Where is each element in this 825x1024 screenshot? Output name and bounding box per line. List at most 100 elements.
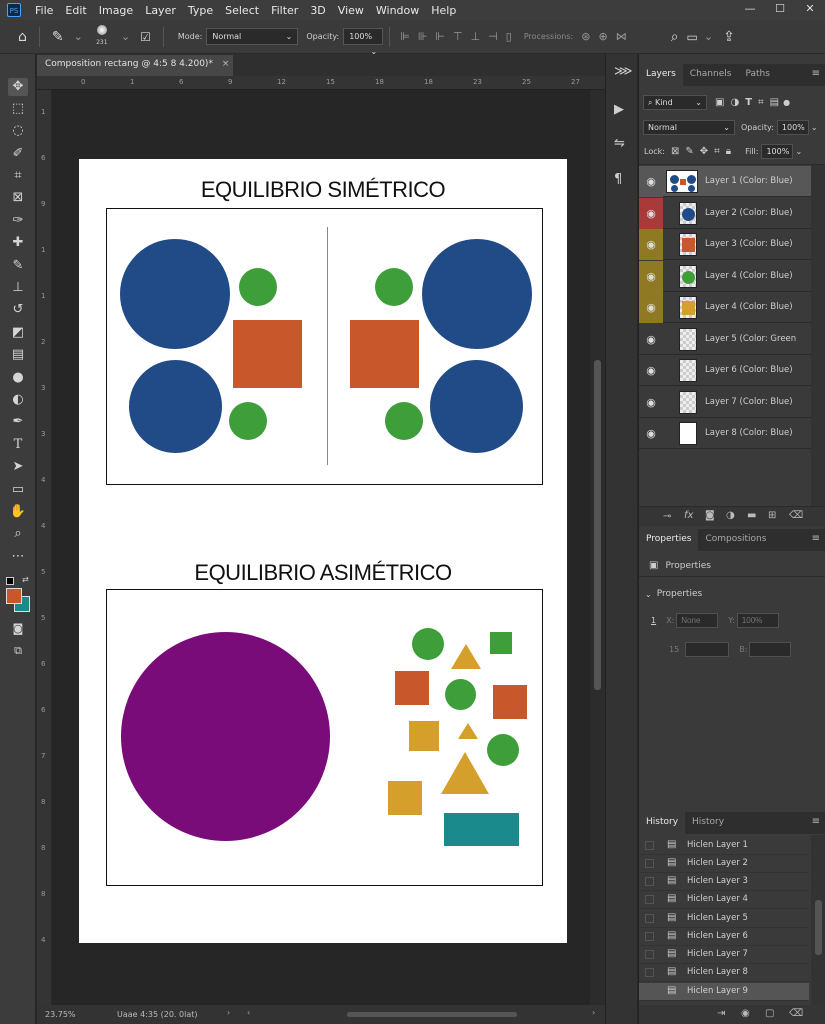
x-field[interactable] <box>676 612 719 628</box>
layer-opacity-field[interactable]: 100% <box>776 119 809 135</box>
w-field[interactable] <box>685 641 730 657</box>
blend-mode-select[interactable]: Normal ⌄ <box>643 119 735 135</box>
crop-tool-icon[interactable]: ⌗ <box>8 167 28 185</box>
new-document-icon[interactable]: ▢ <box>765 1008 774 1019</box>
chevron-down-icon[interactable]: ⌄ <box>811 123 818 132</box>
history-item[interactable]: ▤ Hiclen Layer 7 <box>639 946 809 964</box>
pen-tool-icon[interactable]: ✒ <box>8 413 28 431</box>
filter-shape-icon[interactable]: ⌗ <box>758 97 764 108</box>
snapshot-from-state-icon[interactable]: ⇥ <box>717 1008 725 1019</box>
gradient-tool-icon[interactable]: ▤ <box>8 346 28 364</box>
lasso-tool-icon[interactable]: ◌ <box>8 122 28 140</box>
lock-all-icon[interactable]: 🔒︎ <box>726 146 731 157</box>
eyedropper-tool-icon[interactable]: ✑ <box>8 212 28 230</box>
align-left-icon[interactable]: ⊫ <box>400 30 410 43</box>
menu-file[interactable]: File <box>29 4 59 17</box>
layer-row[interactable]: ◉ Layer 6 (Color: Blue) <box>639 355 811 386</box>
kind-filter-select[interactable]: ⌕ Kind ⌄ <box>643 94 707 110</box>
path-select-icon[interactable]: ➤ <box>8 458 28 476</box>
zoom-level[interactable]: 23.75% <box>45 1010 76 1019</box>
close-tab-icon[interactable]: × <box>222 59 230 69</box>
filter-adjustment-icon[interactable]: ◑ <box>730 97 739 108</box>
align-right-icon[interactable]: ⊩ <box>435 30 445 43</box>
paragraph-icon[interactable]: ¶ <box>614 172 622 187</box>
history-checkbox[interactable] <box>645 859 654 868</box>
chevron-down-icon[interactable]: ⌄ <box>645 590 652 599</box>
marquee-tool-icon[interactable]: ⬚ <box>8 100 28 118</box>
history-item[interactable]: ▤ Hiclen Layer 5 <box>639 910 809 928</box>
brush-settings-icon[interactable]: ☑ <box>140 30 151 44</box>
artboard[interactable]: EQUILIBRIO SIMÉTRICO EQUILIBRIO ASIMÉTRI… <box>79 159 567 943</box>
history-checkbox[interactable] <box>645 950 654 959</box>
filter-pixel-icon[interactable]: ▣ <box>715 97 724 108</box>
menu-help[interactable]: Help <box>425 4 462 17</box>
menu-window[interactable]: Window <box>370 4 425 17</box>
brush-tool-icon[interactable]: ✎ <box>8 257 28 275</box>
fill-field[interactable]: 100% <box>761 143 794 159</box>
history-item-current[interactable]: ▤ Hiclen Layer 9 <box>639 983 809 1001</box>
more-tools-icon[interactable]: ⋯ <box>8 548 28 566</box>
minimize-button[interactable]: — <box>735 0 765 20</box>
panel-menu-icon[interactable]: ≡ <box>806 529 825 551</box>
history-item[interactable]: ▤ Hiclen Layer 4 <box>639 891 809 909</box>
filter-type-icon[interactable]: T <box>745 97 752 108</box>
screen-mode-icon[interactable]: ⧉ <box>8 642 28 660</box>
menu-edit[interactable]: Edit <box>59 4 92 17</box>
type-tool-icon[interactable]: T <box>8 436 28 454</box>
chevron-right-icon[interactable]: › <box>227 1008 230 1017</box>
visibility-eye-icon[interactable]: ◉ <box>639 355 663 386</box>
history-checkbox[interactable] <box>645 968 654 977</box>
healing-brush-icon[interactable]: ✚ <box>8 234 28 252</box>
share-export-icon[interactable]: ⇪ <box>723 29 735 45</box>
home-icon[interactable]: ⌂ <box>18 29 27 45</box>
y-field[interactable] <box>736 612 779 628</box>
opacity-select[interactable]: 100% ⌄ <box>343 28 384 56</box>
chevron-down-icon[interactable]: ⌄ <box>74 30 83 43</box>
history-checkbox[interactable] <box>645 841 654 850</box>
zoom-tool-icon[interactable]: ⌕ <box>8 525 28 543</box>
align-bottom-icon[interactable]: ⊣ <box>488 30 498 43</box>
mode-select[interactable]: Normal ⌄ <box>206 28 299 45</box>
chevron-down-icon[interactable]: ⌄ <box>704 30 713 43</box>
history-scroll-thumb[interactable] <box>815 900 822 955</box>
lock-paint-icon[interactable]: ✎ <box>685 146 693 157</box>
layer-row[interactable]: ◉ Layer 2 (Color: Blue) <box>639 198 811 229</box>
history-checkbox[interactable] <box>645 895 654 904</box>
new-layer-icon[interactable]: ⊞ <box>768 510 776 521</box>
b-field[interactable] <box>749 641 792 657</box>
default-colors-icon[interactable] <box>6 577 14 585</box>
menu-select[interactable]: Select <box>219 4 265 17</box>
lock-pixels-icon[interactable]: ⊠ <box>671 146 679 157</box>
scroll-right-icon[interactable]: › <box>592 1008 595 1017</box>
adjustment-layer-icon[interactable]: ◑ <box>726 510 735 521</box>
history-item[interactable]: ▤ Hiclen Layer 2 <box>639 855 809 873</box>
layer-row[interactable]: ◉ Layer 7 (Color: Blue) <box>639 387 811 418</box>
distribute-icon[interactable]: ▯ <box>506 30 512 43</box>
hand-tool-icon[interactable]: ✋ <box>8 503 28 521</box>
history-checkbox[interactable] <box>645 877 654 886</box>
foreground-color-swatch[interactable] <box>6 588 22 604</box>
history-checkbox[interactable] <box>645 932 654 941</box>
tab-channels[interactable]: Channels <box>683 64 739 86</box>
align-middle-icon[interactable]: ⊥ <box>471 30 481 43</box>
tab-properties[interactable]: Properties <box>639 529 699 551</box>
layer-row[interactable]: ◉ Layer 4 (Color: Blue) <box>639 292 811 323</box>
scroll-left-icon[interactable]: ‹ <box>247 1008 250 1017</box>
eraser-tool-icon[interactable]: ◩ <box>8 324 28 342</box>
link-dimensions-icon[interactable]: 1 <box>651 616 656 625</box>
filter-smart-icon[interactable]: ▤ <box>770 97 779 108</box>
visibility-eye-icon[interactable]: ◉ <box>639 166 663 197</box>
crosshair-icon[interactable]: ⊕ <box>598 30 607 43</box>
horizontal-scrollbar-thumb[interactable] <box>347 1012 517 1017</box>
tab-history-secondary[interactable]: History <box>685 812 731 834</box>
move-tool-icon[interactable]: ✥ <box>8 78 28 96</box>
play-actions-icon[interactable]: ▶ <box>614 102 624 117</box>
stamp-tool-icon[interactable]: ⊥ <box>8 279 28 297</box>
visibility-eye-icon[interactable]: ◉ <box>639 229 663 260</box>
brush-preset-picker[interactable]: 231 <box>91 23 113 51</box>
menu-image[interactable]: Image <box>93 4 139 17</box>
swap-colors-icon[interactable]: ⇄ <box>22 575 29 584</box>
properties-section-row[interactable]: ⌄ Properties <box>639 583 825 605</box>
layer-row[interactable]: ◉ Layer 3 (Color: Blue) <box>639 229 811 260</box>
add-mask-icon[interactable]: ◙ <box>705 510 715 521</box>
